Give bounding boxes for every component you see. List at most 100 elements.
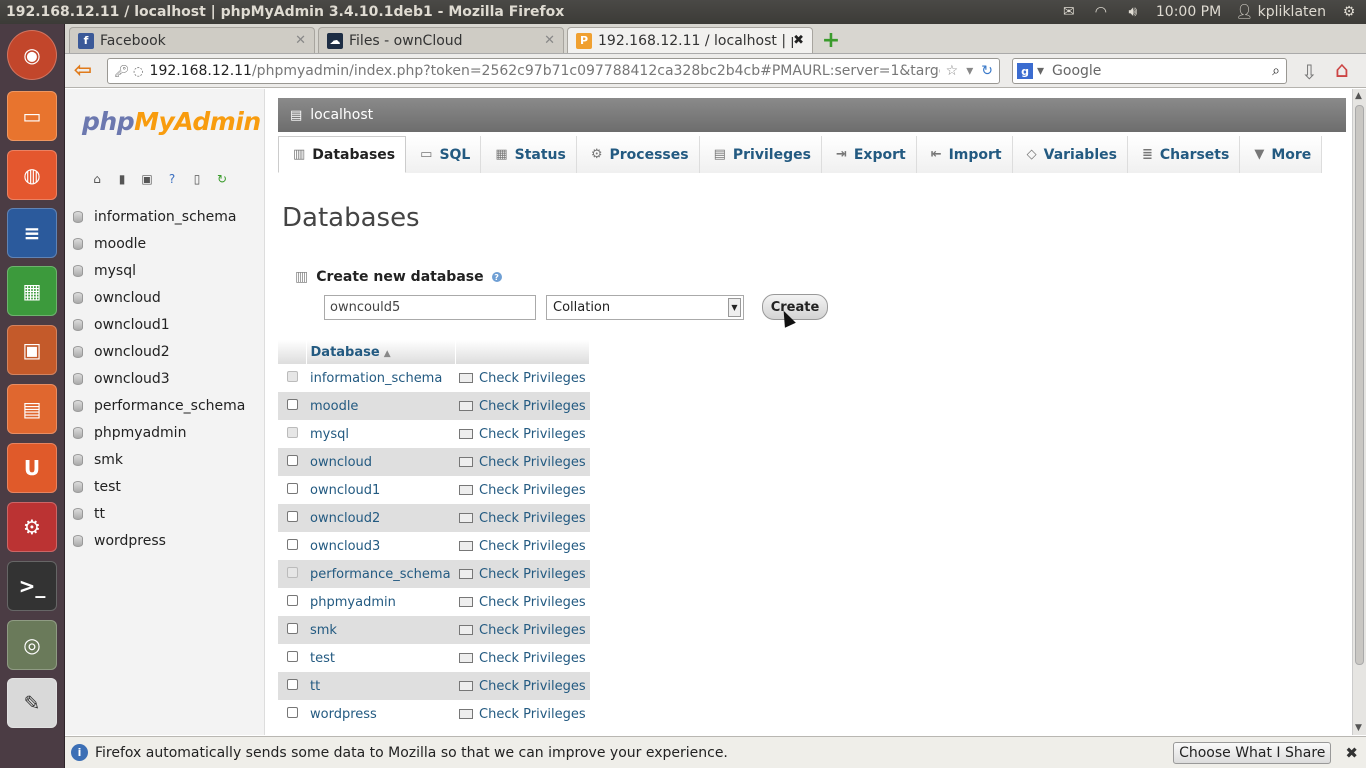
database-name[interactable]: performance_schema — [306, 560, 455, 588]
scroll-thumb[interactable] — [1355, 105, 1364, 665]
check-privileges-link[interactable]: Check Privileges — [455, 420, 590, 448]
database-name[interactable]: information_schema — [306, 364, 455, 392]
row-checkbox-cell[interactable] — [278, 672, 306, 700]
database-name[interactable]: tt — [306, 672, 455, 700]
database-column-header[interactable]: Database ▲ — [306, 340, 456, 364]
check-privileges-link[interactable]: Check Privileges — [455, 392, 590, 420]
row-checkbox-cell[interactable] — [278, 392, 306, 420]
check-privileges-link[interactable]: Check Privileges — [455, 644, 590, 672]
docs-icon[interactable]: ▯ — [189, 171, 205, 187]
sidebar-db-item[interactable]: performance_schema — [73, 392, 245, 419]
scroll-down-icon[interactable]: ▼ — [1355, 723, 1362, 733]
tab-processes[interactable]: ⚙ Processes — [576, 136, 700, 173]
row-checkbox-cell[interactable] — [278, 560, 306, 588]
database-name[interactable]: phpmyadmin — [306, 588, 455, 616]
row-checkbox-cell[interactable] — [278, 504, 306, 532]
impress-icon[interactable]: ▣ — [7, 325, 57, 375]
sidebar-db-item[interactable]: moodle — [73, 230, 245, 257]
row-checkbox-cell[interactable] — [278, 588, 306, 616]
url-bar[interactable]: 🔑︎ ◌ 192.168.12.11 /phpmyadmin/index.php… — [107, 58, 1000, 84]
check-privileges-link[interactable]: Check Privileges — [455, 448, 590, 476]
database-name[interactable]: mysql — [306, 420, 455, 448]
row-checkbox-cell[interactable] — [278, 476, 306, 504]
mail-icon[interactable]: ✉ — [1060, 4, 1078, 20]
database-name[interactable]: owncloud — [306, 448, 455, 476]
close-icon[interactable]: ✕ — [295, 33, 306, 48]
row-checkbox-cell[interactable] — [278, 700, 306, 728]
google-icon[interactable]: g — [1017, 63, 1033, 79]
terminal-icon[interactable]: >_ — [7, 561, 57, 611]
dropdown-icon[interactable]: ▾ — [966, 63, 973, 79]
database-name[interactable]: owncloud3 — [306, 532, 455, 560]
row-checkbox[interactable] — [286, 650, 298, 662]
scroll-up-icon[interactable]: ▲ — [1355, 91, 1362, 101]
database-name[interactable]: owncloud2 — [306, 504, 455, 532]
row-checkbox[interactable] — [286, 454, 298, 466]
check-privileges-link[interactable]: Check Privileges — [455, 504, 590, 532]
query-window-icon[interactable]: ▣ — [139, 171, 155, 187]
row-checkbox[interactable] — [286, 594, 298, 606]
row-checkbox-cell[interactable] — [278, 644, 306, 672]
search-bar[interactable]: g ▾ Google ⌕ — [1012, 58, 1287, 84]
row-checkbox[interactable] — [286, 622, 298, 634]
tab-privileges[interactable]: ▤ Privileges — [699, 136, 822, 173]
software-center-icon[interactable]: ▤ — [7, 384, 57, 434]
row-checkbox[interactable] — [286, 370, 298, 382]
tab-charsets[interactable]: ≣ Charsets — [1127, 136, 1241, 173]
row-checkbox[interactable] — [286, 566, 298, 578]
row-checkbox[interactable] — [286, 398, 298, 410]
chevron-down-icon[interactable]: ▾ — [1037, 63, 1044, 79]
database-name[interactable]: smk — [306, 616, 455, 644]
tab-status[interactable]: ▦ Status — [481, 136, 577, 173]
calc-icon[interactable]: ▦ — [7, 266, 57, 316]
sidebar-db-item[interactable]: test — [73, 473, 245, 500]
database-name[interactable]: test — [306, 644, 455, 672]
sidebar-db-item[interactable]: owncloud1 — [73, 311, 245, 338]
files-icon[interactable]: ▭ — [7, 91, 57, 141]
row-checkbox-cell[interactable] — [278, 448, 306, 476]
tab-import[interactable]: ⇤ Import — [916, 136, 1013, 173]
sidebar-db-item[interactable]: owncloud — [73, 284, 245, 311]
tab-owncloud[interactable]: ☁ Files - ownCloud ✕ — [318, 27, 564, 53]
tab-sql[interactable]: ▭ SQL — [406, 136, 482, 173]
check-privileges-link[interactable]: Check Privileges — [455, 476, 590, 504]
help-icon[interactable]: ? — [491, 272, 502, 282]
check-privileges-link[interactable]: Check Privileges — [455, 532, 590, 560]
star-icon[interactable]: ☆ — [946, 63, 959, 79]
check-privileges-link[interactable]: Check Privileges — [455, 700, 590, 728]
close-icon[interactable]: ✖ — [1345, 744, 1358, 762]
tab-phpmyadmin[interactable]: P 192.168.12.11 / localhost | p... ✖ — [567, 27, 813, 53]
sidebar-db-item[interactable]: owncloud3 — [73, 365, 245, 392]
new-database-name-input[interactable] — [324, 295, 536, 320]
text-editor-icon[interactable]: ✎ — [7, 678, 57, 728]
sidebar-db-item[interactable]: wordpress — [73, 527, 245, 554]
check-privileges-link[interactable]: Check Privileges — [455, 616, 590, 644]
row-checkbox[interactable] — [286, 706, 298, 718]
ubuntu-one-icon[interactable]: U — [7, 443, 57, 493]
close-icon[interactable]: ✕ — [544, 33, 555, 48]
check-privileges-link[interactable]: Check Privileges — [455, 560, 590, 588]
row-checkbox[interactable] — [286, 678, 298, 690]
sidebar-db-item[interactable]: tt — [73, 500, 245, 527]
wifi-icon[interactable]: ◠ — [1092, 4, 1110, 20]
page-scrollbar[interactable]: ▲ ▼ — [1352, 89, 1366, 735]
row-checkbox-cell[interactable] — [278, 420, 306, 448]
create-button[interactable]: Create — [762, 294, 828, 320]
back-button[interactable]: ⇦ — [65, 58, 101, 83]
ubuntu-dash-icon[interactable]: ◉ — [7, 30, 57, 80]
tab-more[interactable]: ▼ More — [1240, 136, 1323, 173]
check-privileges-link[interactable]: Check Privileges — [455, 588, 590, 616]
database-name[interactable]: owncloud1 — [306, 476, 455, 504]
close-icon[interactable]: ✖ — [793, 33, 804, 48]
sidebar-db-item[interactable]: phpmyadmin — [73, 419, 245, 446]
check-privileges-link[interactable]: Check Privileges — [455, 672, 590, 700]
tab-export[interactable]: ⇥ Export — [821, 136, 917, 173]
sidebar-db-item[interactable]: smk — [73, 446, 245, 473]
sidebar-db-item[interactable]: owncloud2 — [73, 338, 245, 365]
firefox-icon[interactable]: ◍ — [7, 150, 57, 200]
search-icon[interactable]: ⌕ — [1272, 63, 1286, 79]
choose-what-i-share-button[interactable]: Choose What I Share — [1173, 741, 1332, 764]
tab-variables[interactable]: ◇ Variables — [1012, 136, 1128, 173]
disk-icon[interactable]: ◎ — [7, 620, 57, 670]
row-checkbox-cell[interactable] — [278, 364, 306, 392]
